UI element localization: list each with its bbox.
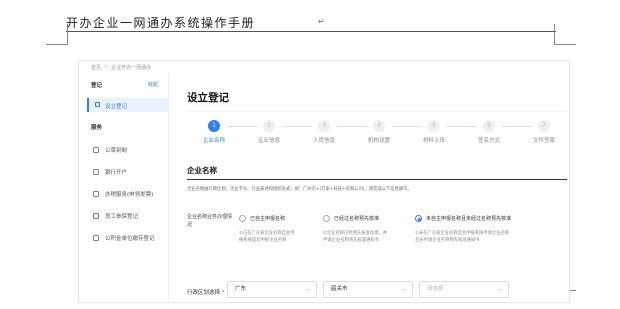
- crop-mark: [554, 24, 555, 45]
- question-label: 企业名称业务办理情况: [187, 214, 233, 228]
- region-select-label: 行政区划选择 *: [187, 288, 225, 296]
- sidebar-item-establish-registration[interactable]: 设立登记: [87, 98, 169, 112]
- field-label: 行政区划选择: [187, 290, 221, 296]
- district-select[interactable]: 请选择 ⌄: [419, 281, 509, 298]
- step-document-seal: 7 文件签章: [517, 120, 569, 144]
- step-number: 4: [373, 120, 385, 132]
- breadcrumb-current: 企业开办一网通办: [111, 65, 152, 71]
- fund-icon: [93, 235, 99, 241]
- step-organization: 4 机构设置: [352, 120, 406, 144]
- breadcrumb-home[interactable]: 首页: [91, 64, 101, 71]
- step-number: 2: [263, 120, 275, 132]
- crop-mark: [67, 24, 68, 45]
- select-value: 韶关市: [331, 286, 348, 292]
- step-label: 人员信息: [312, 138, 335, 144]
- sidebar-item-bank[interactable]: 银行开户: [93, 168, 127, 176]
- page-title: 设立登记: [187, 92, 229, 104]
- crop-mark: [46, 44, 68, 45]
- sidebar-item-label: 公章刻制: [105, 148, 128, 154]
- step-number: 6: [483, 120, 495, 132]
- option-description-line: 报系统成功申报企业名称: [239, 238, 287, 243]
- title-divider: [187, 111, 567, 112]
- section-note: 企业名称由行政区划、企业字号、行业表述和组织形式，如：广州市+(万家+科技+有限…: [187, 187, 412, 192]
- chevron-down-icon: ⌄: [305, 286, 310, 292]
- seal-icon: [93, 147, 99, 153]
- breadcrumb-separator: >: [104, 64, 109, 70]
- option-description: ①企业名称已经预先核准办理，并 申请企业名称预先核准通知书: [323, 230, 405, 244]
- sidebar-item-label: 设立登记: [105, 103, 128, 110]
- step-signature-method: 6 签名方式: [462, 120, 516, 144]
- step-progress: 1 企业名称 2 企业信息 3 人员信息 4 机构设置 5 材料上传 6 签名方…: [187, 120, 567, 150]
- embedded-screenshot: 首页 > 企业开办一网通办 登记 收起 设立登记 服务 公章刻制 银行开户 办税…: [78, 60, 570, 303]
- step-label: 签名方式: [477, 138, 500, 144]
- option-description: ①未在广东省企业名称自主申报系统申请企业名称 且未申请企业名称预先核准通知书: [415, 230, 551, 244]
- step-label: 材料上传: [422, 138, 445, 144]
- option-pre-approved[interactable]: 已经过名称预先核准: [323, 215, 379, 222]
- section-title: 企业名称: [187, 166, 217, 175]
- option-label: 已自主申报名称: [250, 216, 286, 222]
- sidebar-item-label: 员工参保登记: [105, 214, 139, 220]
- step-label: 机构设置: [367, 138, 390, 144]
- step-number: 5: [428, 120, 440, 132]
- paragraph-mark: ↵: [318, 17, 325, 26]
- option-description-line: 申请企业名称预先核准通知书: [323, 238, 379, 243]
- step-number: 1: [208, 120, 220, 132]
- chevron-down-icon: ⌄: [497, 286, 502, 292]
- step-number: 3: [318, 120, 330, 132]
- option-description: ①已在广东省企业名称自主申 报系统成功申报企业名称: [239, 230, 321, 244]
- step-company-info: 2 企业信息: [242, 120, 296, 144]
- sidebar-heading: 登记: [91, 83, 103, 89]
- radio-button[interactable]: [415, 215, 422, 222]
- select-value: 广东: [235, 286, 247, 292]
- step-label: 文件签章: [532, 138, 555, 144]
- option-description-line: ①企业名称已经预先核准办理，并: [323, 231, 388, 236]
- sidebar-item-label: 银行开户: [105, 170, 128, 176]
- header-rule: [66, 31, 556, 32]
- sidebar-item-insurance[interactable]: 员工参保登记: [93, 212, 138, 220]
- step-label: 企业信息: [257, 138, 280, 144]
- sidebar-item-seal[interactable]: 公章刻制: [93, 146, 127, 154]
- option-description-line: ①未在广东省企业名称自主申报系统申请企业名称: [415, 231, 510, 236]
- step-company-name: 1 企业名称: [187, 120, 241, 144]
- document-header: 开办企业一网通办系统操作手册: [66, 16, 256, 30]
- step-upload: 5 材料上传: [407, 120, 461, 144]
- option-label: 未自主申报名称且未经过名称预先核准: [426, 216, 512, 222]
- step-personnel-info: 3 人员信息: [297, 120, 351, 144]
- sidebar: 登记 收起 设立登记 服务 公章刻制 银行开户 办税服务(申领发票) 员工参保登…: [79, 73, 169, 302]
- option-description-line: 且未申请企业名称预先核准通知书: [415, 238, 480, 243]
- radio-button[interactable]: [323, 215, 330, 222]
- crop-mark: [554, 44, 576, 45]
- main-panel: 设立登记 1 企业名称 2 企业信息 3 人员信息 4 机构设置 5 材料上传 …: [175, 73, 569, 302]
- sidebar-group-heading: 服务: [91, 125, 103, 131]
- insurance-icon: [93, 213, 99, 219]
- option-self-declared[interactable]: 已自主申报名称: [239, 215, 285, 222]
- option-label: 已经过名称预先核准: [334, 216, 380, 222]
- tax-icon: [93, 191, 99, 197]
- option-description-line: ①已在广东省企业名称自主申: [239, 231, 295, 236]
- sidebar-item-label: 公积金单位缴存登记: [105, 236, 155, 242]
- radio-button[interactable]: [239, 215, 246, 222]
- section-divider: [187, 179, 567, 180]
- step-label: 企业名称: [202, 138, 225, 144]
- option-neither[interactable]: 未自主申报名称且未经过名称预先核准: [415, 215, 511, 222]
- document-icon: [95, 102, 100, 107]
- chevron-down-icon: ⌄: [401, 286, 406, 292]
- city-select[interactable]: 韶关市 ⌄: [323, 281, 413, 298]
- breadcrumb: 首页 > 企业开办一网通办: [91, 64, 151, 71]
- province-select[interactable]: 广东 ⌄: [227, 281, 317, 298]
- required-marker: *: [221, 290, 225, 296]
- select-placeholder: 请选择: [427, 286, 444, 292]
- sidebar-item-tax[interactable]: 办税服务(申领发票): [93, 190, 153, 198]
- bank-icon: [93, 169, 99, 175]
- sidebar-item-label: 办税服务(申领发票): [105, 192, 154, 198]
- sidebar-collapse-link[interactable]: 收起: [148, 81, 158, 88]
- sidebar-item-housing-fund[interactable]: 公积金单位缴存登记: [93, 234, 155, 242]
- step-number: 7: [538, 120, 550, 132]
